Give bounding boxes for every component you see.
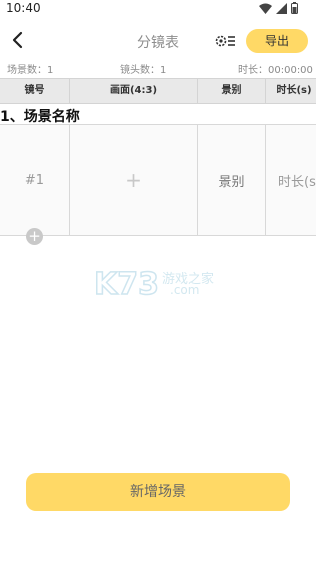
shot-count: 镜头数：1 [120,65,167,76]
duration-cell[interactable]: 时长(s) [266,125,316,236]
scene-title[interactable]: 1、场景名称 [0,106,80,126]
status-time: 10:40 [6,1,41,15]
svg-text:K73: K73 [94,267,159,300]
export-button[interactable]: 导出 [246,29,308,53]
column-header-shot-type: 景别 [198,79,266,103]
status-bar: 10:40 [0,0,316,22]
signal-icon [276,2,287,14]
add-image-cell[interactable]: + [70,125,198,236]
add-shot-button[interactable]: + [26,228,43,245]
status-icons [259,2,298,14]
scene-count: 场景数：1 [7,65,54,76]
plus-icon: + [28,227,41,245]
settings-button[interactable] [214,31,236,51]
shot-type-cell[interactable]: 景别 [198,125,266,236]
watermark: K73 游戏之家 .com [93,266,234,303]
storyboard-screen: 10:40 分镜表 导出 场景数：1 镜头数：1 时长：00:00:00 镜号 … [0,0,316,565]
column-header-shot-number: 镜号 [0,79,70,103]
battery-icon [291,2,298,14]
total-duration: 时长：00:00:00 [238,65,313,76]
column-header-duration: 时长(s) [276,85,312,96]
watermark-logo: K73 [93,266,160,303]
column-header-image: 画面(4:3) [70,79,198,103]
watermark-domain: .com [170,283,200,297]
storyboard-summary: 场景数：1 镜头数：1 时长：00:00:00 [0,61,316,77]
shot-number-cell: #1 [0,125,70,236]
table-header: 镜号 画面(4:3) 景别 时长(s) [0,78,316,104]
nav-bar: 分镜表 导出 [0,22,316,60]
table-row: #1 + 景别 时长(s) [0,124,316,236]
gear-list-icon [215,35,235,47]
wifi-icon [259,3,272,14]
add-scene-button[interactable]: 新增场景 [26,473,290,511]
